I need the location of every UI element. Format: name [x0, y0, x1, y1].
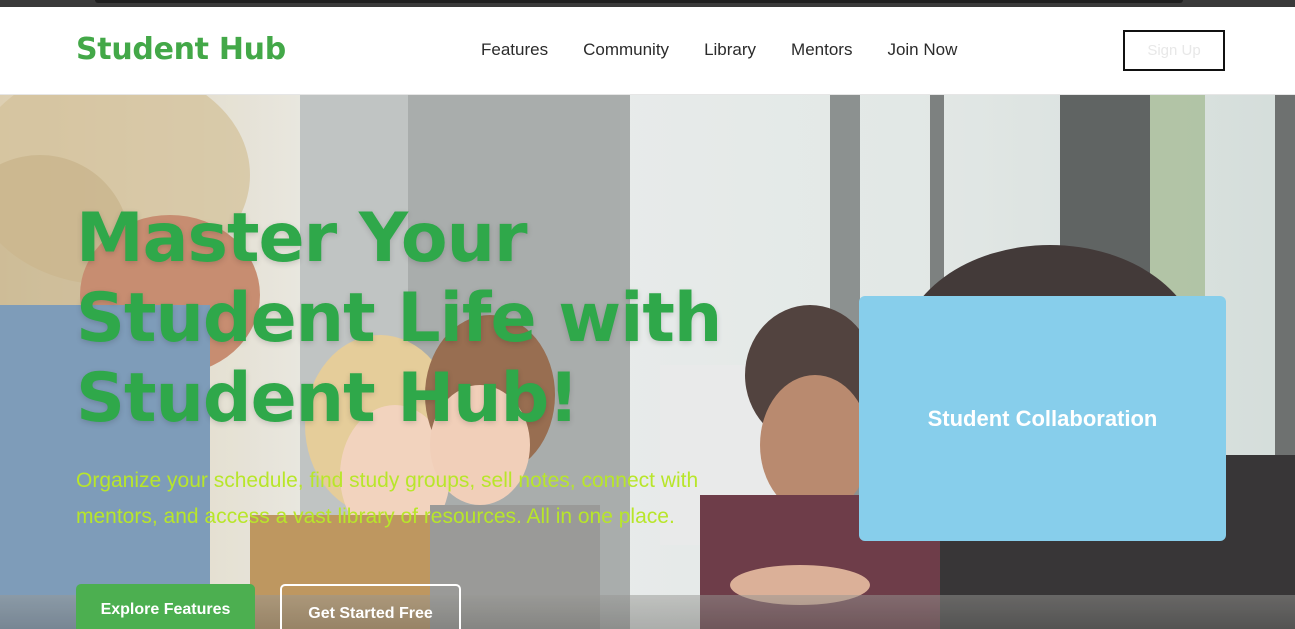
- nav-join-now[interactable]: Join Now: [887, 40, 957, 60]
- browser-top-strip: [0, 0, 1295, 7]
- nav-features[interactable]: Features: [481, 40, 548, 60]
- hero-headline-line-1: Master Your: [76, 199, 528, 278]
- hero-headline-line-2: Student Life with: [76, 279, 722, 358]
- browser-address-bar-edge: [95, 0, 1183, 3]
- site-logo[interactable]: Student Hub: [76, 32, 286, 67]
- hero-headline-line-3: Student Hub!: [76, 359, 579, 438]
- site-header: Student Hub Features Community Library M…: [0, 7, 1295, 95]
- main-nav: Features Community Library Mentors Join …: [481, 40, 957, 60]
- sign-up-button[interactable]: Sign Up: [1123, 30, 1225, 71]
- card-label: Student Collaboration: [927, 405, 1158, 431]
- hero-headline: Master Your Student Life with Student Hu…: [76, 199, 776, 439]
- hero-subtitle: Organize your schedule, find study group…: [76, 469, 699, 528]
- nav-library[interactable]: Library: [704, 40, 756, 60]
- explore-features-button[interactable]: Explore Features: [76, 584, 255, 629]
- hero-section: Master Your Student Life with Student Hu…: [0, 95, 1295, 629]
- nav-community[interactable]: Community: [583, 40, 669, 60]
- student-collaboration-card: Student Collaboration: [859, 296, 1226, 541]
- get-started-free-button[interactable]: Get Started Free: [280, 584, 461, 629]
- nav-mentors[interactable]: Mentors: [791, 40, 852, 60]
